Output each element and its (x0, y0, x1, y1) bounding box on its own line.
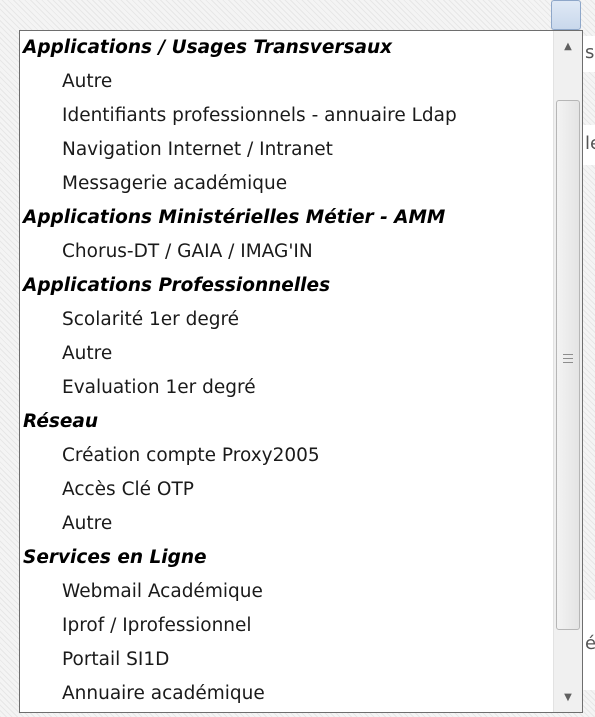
option-item[interactable]: Webmail Académique (20, 575, 553, 609)
option-item[interactable]: Iprof / Iprofessionnel (20, 609, 553, 643)
option-item[interactable]: Identifiants professionnels - annuaire L… (20, 99, 553, 133)
option-item[interactable]: Navigation Internet / Intranet (20, 133, 553, 167)
option-list: Applications / Usages Transversaux Autre… (20, 31, 553, 712)
vertical-scrollbar[interactable]: ▲ ▼ (553, 31, 582, 712)
grip-lines-icon (563, 354, 573, 365)
option-item[interactable]: Chorus-DT / GAIA / IMAG'IN (20, 235, 553, 269)
option-item[interactable]: Annuaire académique (20, 677, 553, 711)
option-item[interactable]: Création compte Proxy2005 (20, 439, 553, 473)
background-text-fragment: é (585, 633, 595, 654)
option-item[interactable]: Autre (20, 337, 553, 371)
triangle-up-icon: ▲ (564, 40, 572, 52)
scroll-up-button[interactable]: ▲ (554, 31, 582, 61)
scroll-down-button[interactable]: ▼ (554, 682, 582, 712)
optgroup-label: Applications Ministérielles Métier - AMM (23, 207, 446, 228)
triangle-down-icon: ▼ (564, 691, 572, 703)
optgroup-label: Services en Ligne (23, 547, 207, 568)
optgroup-label: Applications Professionnelles (23, 275, 331, 296)
background-text-fragment: le (585, 133, 595, 154)
option-item[interactable]: Autre (20, 65, 553, 99)
select-dropdown-list[interactable]: Applications / Usages Transversaux Autre… (19, 30, 583, 713)
optgroup-label: Réseau (23, 411, 99, 432)
optgroup-label: Applications / Usages Transversaux (23, 37, 393, 58)
option-item[interactable]: Portail SI1D (20, 643, 553, 677)
background-text-fragment: s (585, 42, 595, 63)
option-item[interactable]: Evaluation 1er degré (20, 371, 553, 405)
option-item[interactable]: Autre (20, 507, 553, 541)
option-item[interactable]: Scolarité 1er degré (20, 303, 553, 337)
scrollbar-thumb[interactable] (556, 100, 580, 630)
option-item[interactable]: Accès Clé OTP (20, 473, 553, 507)
dropdown-toggle-button[interactable] (551, 0, 581, 30)
option-item[interactable]: Messagerie académique (20, 167, 553, 201)
